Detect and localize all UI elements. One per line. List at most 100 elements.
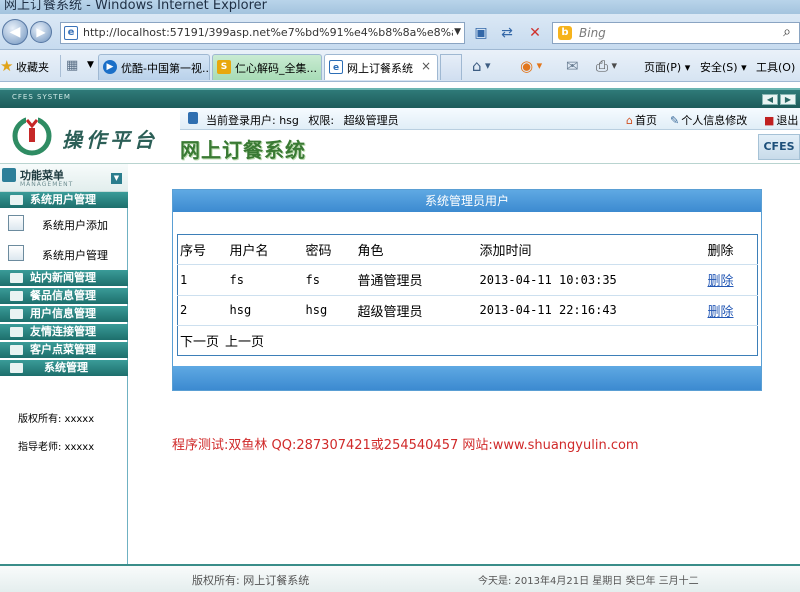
- user-add-icon: [8, 215, 24, 231]
- prev-page-link[interactable]: 上一页: [225, 335, 264, 350]
- address-dropdown-icon[interactable]: ▼: [454, 27, 461, 37]
- window-title: 网上订餐系统 - Windows Internet Explorer: [4, 0, 267, 13]
- cell-username: hsg: [227, 295, 304, 326]
- folder-icon: [10, 345, 23, 355]
- address-text[interactable]: http://localhost:57191/399asp.net%e7%bd%…: [83, 26, 453, 39]
- strip-label: CFES SYSTEM: [12, 93, 71, 101]
- bing-icon: b: [558, 26, 572, 40]
- cfes-tab[interactable]: CFES: [758, 134, 800, 160]
- pager-cell: 下一页 上一页: [178, 325, 758, 355]
- cell-role: 超级管理员: [355, 295, 478, 326]
- search-icon[interactable]: ⌕: [783, 24, 791, 40]
- quick-tabs-icon[interactable]: ▦: [66, 58, 78, 73]
- rss-icon[interactable]: ◉ ▾: [520, 55, 542, 75]
- cell-role: 普通管理员: [355, 264, 478, 296]
- sidebar-group-system-users[interactable]: 系统用户管理: [0, 192, 128, 208]
- tab-label: 网上订餐系统: [347, 62, 413, 75]
- sidebar-group-orders[interactable]: 客户点菜管理: [0, 342, 128, 358]
- folder-icon: [10, 273, 23, 283]
- column-header: 角色: [355, 234, 478, 266]
- user-info-bar: 当前登录用户: hsg 权限: 超级管理员 ⌂ 首页 ✎ 个人信息修改 ■ 退出: [180, 108, 800, 130]
- folder-icon: [10, 327, 23, 337]
- sidebar: 功能菜单 MANAGEMENT ▼ 系统用户管理 系统用户添加 系统用户管理 站…: [0, 164, 128, 564]
- cell-action: 删除: [705, 295, 758, 326]
- tools-menu[interactable]: 工具(O): [756, 59, 795, 75]
- table-row: 1 fs fs 普通管理员 2013-04-11 10:03:35 删除: [177, 264, 758, 296]
- sidebar-group-user-info[interactable]: 用户信息管理: [0, 306, 128, 322]
- star-icon[interactable]: ★: [0, 57, 13, 75]
- promo-text: 程序测试:双鱼林 QQ:287307421或254540457 网站:www.s…: [172, 438, 639, 453]
- delete-link[interactable]: 删除: [708, 305, 734, 320]
- bank-logo-icon: [12, 116, 52, 156]
- cell-password: fs: [303, 264, 356, 296]
- column-header: 序号: [177, 234, 228, 266]
- page-menu[interactable]: 页面(P) ▾: [644, 59, 690, 75]
- panel-footer-bar: [173, 366, 761, 390]
- close-icon[interactable]: ×: [421, 59, 431, 73]
- sidebar-item-add-user[interactable]: 系统用户添加: [0, 210, 128, 238]
- logo-text: 操作平台: [62, 128, 158, 152]
- window-titlebar: 网上订餐系统 - Windows Internet Explorer: [0, 0, 800, 14]
- cell-action: 删除: [705, 264, 758, 296]
- tab-series[interactable]: S 仁心解码_全集...: [212, 54, 322, 80]
- back-arrow-icon[interactable]: ◀: [2, 19, 28, 45]
- table-header-row: 序号 用户名 密码 角色 添加时间 删除: [177, 234, 758, 266]
- home-link[interactable]: ⌂ 首页: [626, 112, 657, 128]
- refresh-icon[interactable]: ⇄: [496, 23, 518, 43]
- column-header: 用户名: [227, 234, 304, 266]
- new-tab-button[interactable]: [440, 54, 462, 80]
- sidebar-item-manage-users[interactable]: 系统用户管理: [0, 240, 128, 268]
- delete-link[interactable]: 删除: [708, 274, 734, 289]
- folder-icon: [10, 291, 23, 301]
- page-icon: e: [64, 26, 78, 40]
- cell-added-time: 2013-04-11 22:16:43: [477, 295, 706, 326]
- mail-icon[interactable]: ✉: [566, 55, 579, 75]
- tab-active[interactable]: e 网上订餐系统 ×: [324, 54, 438, 80]
- user-icon: [188, 112, 198, 124]
- admin-users-panel: 系统管理员用户 序号 用户名 密码 角色 添加时间 删除 1 fs fs 普通管…: [172, 189, 762, 391]
- footer-date: 今天是: 2013年4月21日 星期日 癸巳年 三月十二: [478, 576, 699, 587]
- site-icon: S: [217, 60, 231, 74]
- sidebar-group-dishes[interactable]: 餐品信息管理: [0, 288, 128, 304]
- pager-row: 下一页 上一页: [178, 325, 758, 355]
- menu-subtitle: MANAGEMENT: [20, 181, 74, 188]
- cell-password: hsg: [303, 295, 356, 326]
- search-input[interactable]: Bing: [579, 26, 606, 40]
- folder-icon: [10, 195, 23, 205]
- forward-arrow-icon[interactable]: ▶: [30, 21, 52, 43]
- sidebar-group-system[interactable]: 系统管理: [0, 360, 128, 376]
- home-icon[interactable]: ⌂ ▾: [472, 55, 491, 75]
- edit-icon: ✎: [670, 114, 680, 127]
- sidebar-group-news[interactable]: 站内新闻管理: [0, 270, 128, 286]
- tab-youku[interactable]: ▶ 优酷-中国第一视...: [98, 54, 210, 80]
- collapse-icon[interactable]: ▼: [111, 173, 122, 184]
- role-value: 超级管理员: [343, 114, 399, 127]
- menu-header: 功能菜单 MANAGEMENT ▼: [0, 164, 128, 192]
- address-bar[interactable]: e http://localhost:57191/399asp.net%e7%b…: [60, 22, 465, 44]
- logout-link[interactable]: ■ 退出: [764, 112, 798, 128]
- role-label: 权限:: [308, 114, 335, 127]
- menu-icon: [2, 168, 16, 182]
- next-page-link[interactable]: 下一页: [180, 335, 219, 350]
- print-icon[interactable]: ⎙ ▾: [596, 55, 617, 75]
- app-top-strip: CFES SYSTEM ◀ ▶: [0, 88, 800, 108]
- safety-menu[interactable]: 安全(S) ▾: [700, 59, 747, 75]
- search-box[interactable]: b Bing ⌕: [552, 22, 800, 44]
- folder-icon: [10, 309, 23, 319]
- sidebar-group-links[interactable]: 友情连接管理: [0, 324, 128, 340]
- page-icon: e: [329, 60, 343, 74]
- scroll-left-icon[interactable]: ◀: [762, 94, 778, 105]
- app-footer: 版权所有: 网上订餐系统 今天是: 2013年4月21日 星期日 癸巳年 三月十…: [0, 564, 800, 592]
- stop-icon[interactable]: ✕: [524, 23, 546, 43]
- sidebar-copyright: 版权所有: xxxxx: [18, 414, 95, 425]
- current-user-line: 当前登录用户: hsg 权限: 超级管理员: [206, 112, 405, 128]
- tab-label: 优酷-中国第一视...: [121, 62, 210, 75]
- scroll-right-icon[interactable]: ▶: [780, 94, 796, 105]
- system-title: 网上订餐系统: [180, 138, 306, 162]
- app-header: 操作平台 当前登录用户: hsg 权限: 超级管理员 ⌂ 首页 ✎ 个人信息修改 ■…: [0, 108, 800, 164]
- footer-copyright: 版权所有: 网上订餐系统: [192, 574, 310, 587]
- profile-link[interactable]: ✎ 个人信息修改: [670, 112, 747, 128]
- compat-view-icon[interactable]: ▣: [470, 23, 492, 43]
- favorites-button[interactable]: 收藏夹: [16, 59, 49, 75]
- tab-list-dropdown-icon[interactable]: ▼: [87, 60, 94, 70]
